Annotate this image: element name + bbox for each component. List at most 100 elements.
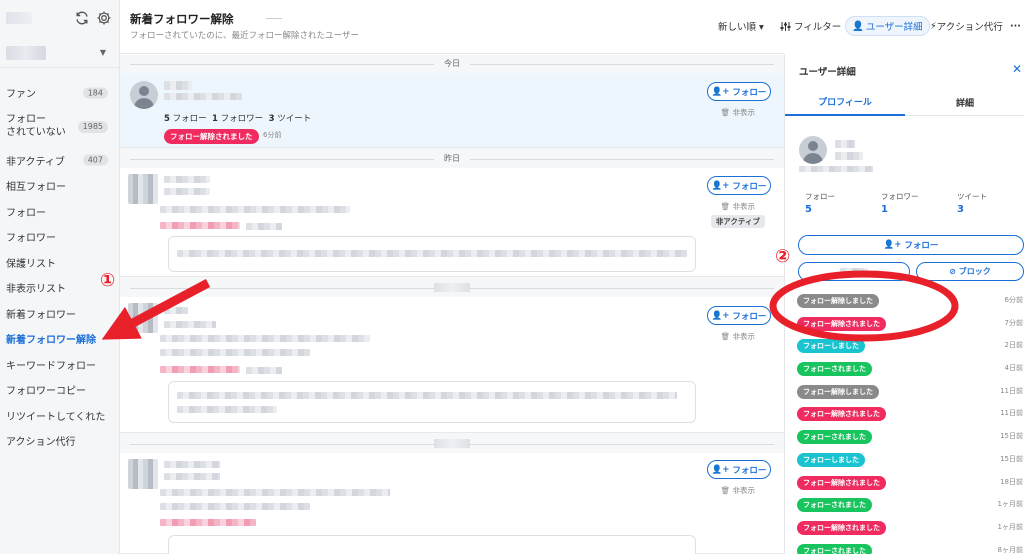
user-stats: 5 フォロー 1 フォロワー 3 ツイート bbox=[164, 112, 311, 124]
sidebar-item-mutual[interactable]: 相互フォロー bbox=[0, 173, 120, 199]
user-feed[interactable]: 今日 5 フォロー 1 フォロワー 3 ツイート フォロー解除されました 6分前 bbox=[120, 55, 784, 554]
inactive-badge: 非アクティブ bbox=[710, 215, 765, 228]
tweet-preview[interactable] bbox=[168, 236, 696, 272]
follow-button[interactable]: 👤+ フォロー bbox=[707, 176, 771, 195]
sidebar-item-label: リツイートしてくれた bbox=[6, 411, 106, 423]
history-event-badge: フォローされました bbox=[797, 543, 872, 554]
avatar[interactable] bbox=[128, 459, 158, 489]
block-button-label: ブロック bbox=[958, 267, 991, 276]
history-row: フォローされました 4日前 bbox=[785, 358, 1024, 381]
stat-following-value: 5 bbox=[805, 204, 812, 215]
user-card[interactable]: 👤+ フォロー 🗑 非表示 bbox=[120, 453, 784, 554]
user-card[interactable]: 👤+ フォロー 🗑 非表示 非アクティブ bbox=[120, 168, 784, 277]
follow-button[interactable]: 👤+ フォロー bbox=[707, 460, 771, 479]
sidebar-item-following[interactable]: フォロー bbox=[0, 199, 120, 225]
history-event-badge: フォロー解除されました bbox=[797, 316, 886, 331]
user-card[interactable]: 👤+ フォロー 🗑 非表示 bbox=[120, 297, 784, 433]
count-badge: 184 bbox=[82, 87, 108, 99]
action-proxy-button[interactable]: ⚡ アクション代行 bbox=[930, 16, 1003, 36]
gear-icon[interactable] bbox=[96, 10, 112, 26]
user-detail-toggle[interactable]: 👤 ユーザー詳細 bbox=[845, 16, 930, 36]
history-time: 4日前 bbox=[1004, 364, 1023, 373]
username-blurred bbox=[164, 307, 188, 314]
hide-button[interactable]: 🗑 非表示 bbox=[721, 107, 755, 118]
avatar[interactable] bbox=[130, 81, 158, 109]
sliders-icon bbox=[780, 21, 791, 31]
user-card[interactable]: 5 フォロー 1 フォロワー 3 ツイート フォロー解除されました 6分前 👤+… bbox=[120, 73, 784, 148]
sidebar-item-fans[interactable]: ファン 184 bbox=[0, 80, 120, 106]
follow-button-label: フォロー bbox=[732, 181, 767, 192]
panel-follow-button[interactable]: 👤+ フォロー bbox=[798, 235, 1024, 255]
hide-button[interactable]: 🗑 非表示 bbox=[721, 485, 755, 496]
hide-button[interactable]: 🗑 非表示 bbox=[721, 331, 755, 342]
history-time: 1ヶ月前 bbox=[997, 500, 1023, 509]
status-badge-blurred bbox=[160, 519, 256, 526]
sidebar-item-label: 非表示リスト bbox=[6, 284, 66, 296]
sidebar-item-label: ファン bbox=[6, 89, 36, 101]
sidebar-item-keyword-follow[interactable]: キーワードフォロー bbox=[0, 352, 120, 378]
tweet-preview[interactable] bbox=[168, 381, 696, 423]
follow-button-label: フォロー bbox=[732, 311, 767, 322]
tab-detail[interactable]: 詳細 bbox=[905, 88, 1024, 116]
history-row: フォロー解除されました 18日前 bbox=[785, 472, 1024, 495]
stats-blurred bbox=[160, 349, 310, 356]
follow-button[interactable]: 👤+ フォロー bbox=[707, 306, 771, 325]
sidebar-item-action-proxy[interactable]: アクション代行 bbox=[0, 428, 120, 454]
panel-block-button[interactable]: ⊘ ブロック bbox=[916, 262, 1024, 281]
history-row: フォロー解除しました 6分前 bbox=[785, 290, 1024, 313]
history-time: 6分前 bbox=[1004, 296, 1023, 304]
follow-history: フォロー解除しました 6分前 フォロー解除されました 7分前 フォローしました 2日前 フォ… bbox=[785, 290, 1024, 554]
hide-button-label: 非表示 bbox=[732, 332, 756, 341]
history-time: 2日前 bbox=[1004, 341, 1023, 350]
history-time: 15日前 bbox=[1000, 454, 1023, 463]
close-icon[interactable]: ✕ bbox=[1012, 62, 1022, 76]
filter-button[interactable]: フィルター bbox=[780, 16, 841, 36]
stat-followers-label: フォロワー bbox=[881, 192, 919, 201]
history-event-badge: フォローしました bbox=[797, 339, 865, 354]
sidebar-item-inactive[interactable]: 非アクティブ 407 bbox=[0, 148, 120, 174]
stat-tweets-label: ツイート bbox=[957, 192, 987, 201]
followers-label: フォロワー bbox=[220, 114, 264, 124]
sidebar-item-followers[interactable]: フォロワー bbox=[0, 224, 120, 250]
date-separator-label: 昨日 bbox=[434, 153, 470, 164]
sidebar-item-retweeted[interactable]: リツイートしてくれた bbox=[0, 403, 120, 429]
sidebar-item-label: 新着フォロワー bbox=[6, 309, 76, 321]
sidebar-item-new-unfollowers[interactable]: 新着フォロワー解除 bbox=[0, 326, 120, 352]
avatar[interactable] bbox=[799, 136, 827, 164]
bolt-icon: ⚡ bbox=[930, 20, 937, 32]
add-user-icon: 👤+ bbox=[711, 86, 733, 97]
history-event-badge: フォローされました bbox=[797, 430, 872, 445]
avatar[interactable] bbox=[128, 303, 158, 333]
refresh-icon[interactable] bbox=[74, 10, 90, 26]
sidebar-item-label: フォロワー bbox=[6, 233, 56, 245]
hide-button[interactable]: 🗑 非表示 bbox=[721, 201, 755, 212]
history-row: フォロー解除されました 7分前 bbox=[785, 313, 1024, 336]
account-switcher[interactable]: ▼ bbox=[0, 36, 120, 68]
time-blurred bbox=[246, 223, 282, 230]
history-event-badge: フォロー解除されました bbox=[797, 475, 886, 490]
bio-blurred bbox=[160, 489, 390, 496]
chevron-down-icon[interactable]: ▼ bbox=[100, 48, 106, 57]
sidebar-item-new-followers[interactable]: 新着フォロワー bbox=[0, 301, 120, 327]
history-event-badge: フォローしました bbox=[797, 452, 865, 467]
action-proxy-label: アクション代行 bbox=[936, 22, 1003, 33]
history-time: 8ヶ月前 bbox=[997, 545, 1023, 554]
avatar[interactable] bbox=[128, 174, 158, 204]
follow-button[interactable]: 👤+ フォロー bbox=[707, 82, 771, 101]
username-blurred bbox=[835, 140, 855, 148]
tab-profile[interactable]: プロフィール bbox=[785, 88, 905, 116]
sidebar-item-follower-copy[interactable]: フォロワーコピー bbox=[0, 377, 120, 403]
history-event-badge: フォローされました bbox=[797, 362, 872, 377]
handle-blurred bbox=[164, 321, 216, 328]
count-badge: 1985 bbox=[77, 120, 108, 133]
panel-mute-button[interactable] bbox=[798, 262, 910, 281]
history-event-badge: フォロー解除されました bbox=[797, 520, 886, 535]
panel-tabs: プロフィール 詳細 bbox=[785, 88, 1024, 116]
hide-button-label: 非表示 bbox=[732, 486, 756, 495]
tweet-preview[interactable] bbox=[168, 535, 696, 554]
sidebar-item-not-followed-back[interactable]: フォロー されていない 1985 bbox=[0, 106, 120, 148]
date-separator-blurred bbox=[434, 439, 470, 448]
more-menu-button[interactable]: ··· bbox=[1010, 16, 1021, 36]
add-user-icon: 👤+ bbox=[711, 464, 733, 475]
sort-dropdown[interactable]: 新しい順 ▾ bbox=[718, 16, 764, 36]
